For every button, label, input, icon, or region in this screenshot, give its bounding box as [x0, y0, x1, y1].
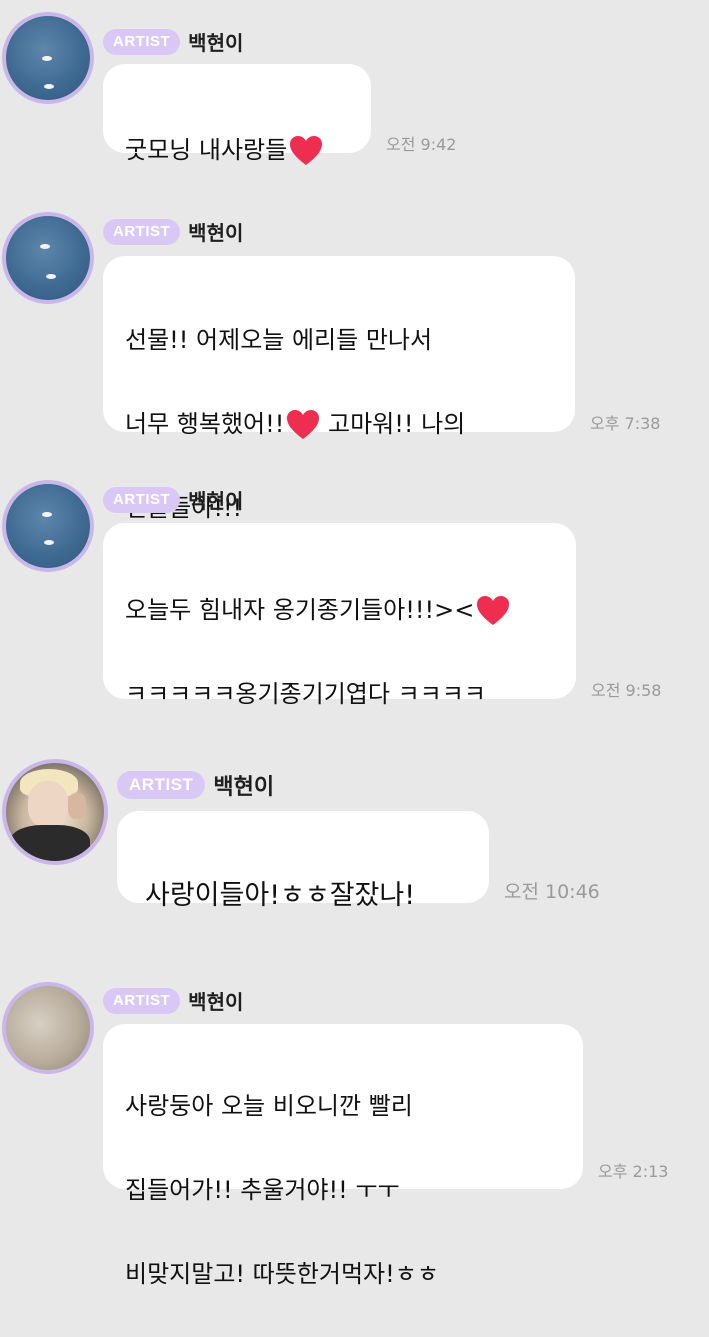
artist-badge: ARTIST	[103, 486, 181, 513]
message-bubble[interactable]: 오늘두 힘내자 옹기종기들아!!!>< ㅋㅋㅋㅋㅋ옹기종기기엽다 ㅋㅋㅋㅋ ㅋ	[103, 523, 576, 792]
artist-badge: ARTIST	[117, 771, 206, 799]
avatar[interactable]	[2, 480, 94, 572]
artist-badge: ARTIST	[103, 218, 181, 245]
message-text: 사랑이들아!ㅎㅎ잘잤나!	[145, 880, 416, 911]
message-text-line: 비맞지말고! 따뜻한거먹자!ㅎㅎ	[125, 1260, 439, 1288]
sender-name[interactable]: 백현이	[188, 27, 243, 56]
shirt-shape	[10, 825, 90, 861]
heart-icon	[287, 410, 320, 439]
message-header: ARTIST 백현이	[103, 485, 243, 514]
message-timestamp: 오전 9:58	[591, 681, 662, 700]
message-timestamp: 오전 9:42	[386, 135, 457, 154]
avatar[interactable]	[2, 982, 94, 1074]
message-text-line: ㅋㅋㅋㅋㅋ옹기종기기엽다 ㅋㅋㅋㅋ	[125, 680, 486, 708]
sender-name[interactable]: 백현이	[188, 986, 243, 1015]
message-bubble[interactable]: 사랑이들아!ㅎㅎ잘잤나!	[117, 811, 489, 911]
message-bubble[interactable]: 선물!! 어제오늘 에리들 만나서 너무 행복했어!! 고마워!! 나의 선물들…	[103, 256, 575, 522]
message-text-line: 너무 행복했어!! 고마워!! 나의	[125, 410, 466, 439]
avatar[interactable]	[2, 12, 94, 104]
message-text-line: 집들어가!! 추울거야!! ㅜㅜ	[125, 1176, 400, 1204]
sender-name[interactable]: 백현이	[213, 769, 274, 801]
message-text-line: 오늘두 힘내자 옹기종기들아!!!><	[125, 589, 556, 631]
bird-icon	[44, 540, 54, 545]
bird-icon	[42, 512, 52, 517]
artist-badge: ARTIST	[103, 28, 181, 55]
message-header: ARTIST 백현이	[103, 27, 243, 56]
artist-badge: ARTIST	[103, 987, 181, 1014]
message-text-line: 사랑둥아 오늘 비오니깐 빨리	[125, 1092, 413, 1120]
avatar[interactable]	[2, 759, 108, 865]
message-timestamp: 오전 10:46	[504, 881, 600, 903]
message-header: ARTIST 백현이	[103, 986, 243, 1015]
message-text-line: 선물!! 어제오늘 에리들 만나서	[125, 326, 433, 354]
avatar[interactable]	[2, 212, 94, 304]
message-text: 굿모닝 내사랑들	[125, 136, 288, 164]
sender-name[interactable]: 백현이	[188, 217, 243, 246]
bird-icon	[40, 244, 50, 249]
sender-name[interactable]: 백현이	[188, 485, 243, 514]
message-bubble[interactable]: 굿모닝 내사랑들	[103, 64, 371, 165]
message-timestamp: 오후 7:38	[590, 414, 661, 433]
bird-icon	[42, 56, 52, 61]
face-shape	[28, 781, 68, 827]
message-timestamp: 오후 2:13	[598, 1162, 669, 1181]
message-header: ARTIST 백현이	[103, 217, 243, 246]
bird-icon	[46, 274, 56, 279]
bird-icon	[44, 84, 54, 89]
heart-icon	[477, 596, 510, 625]
hand-shape	[68, 793, 86, 819]
heart-icon	[290, 136, 323, 165]
message-bubble[interactable]: 사랑둥아 오늘 비오니깐 빨리 집들어가!! 추울거야!! ㅜㅜ 비맞지말고! …	[103, 1024, 583, 1288]
message-header: ARTIST 백현이	[117, 769, 274, 801]
